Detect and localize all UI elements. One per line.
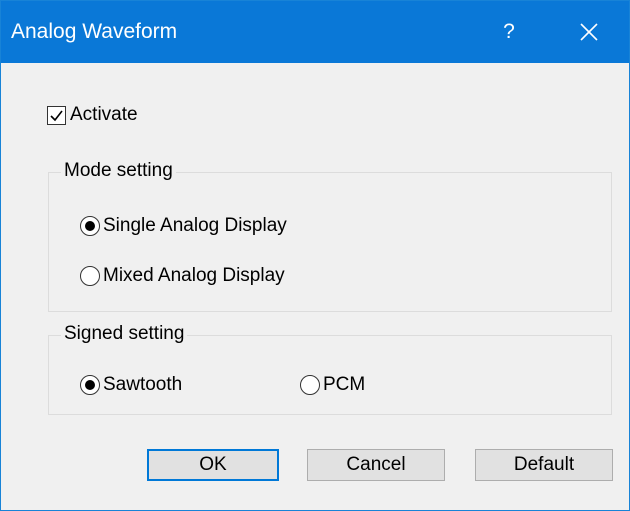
window-title: Analog Waveform bbox=[11, 20, 178, 43]
radio-label: Sawtooth bbox=[103, 374, 183, 395]
radio-single-analog-display[interactable]: Single Analog Display bbox=[80, 214, 287, 238]
radio-button[interactable] bbox=[80, 216, 100, 236]
activate-checkbox[interactable] bbox=[47, 105, 66, 125]
radio-pcm[interactable]: PCM bbox=[300, 373, 365, 397]
activate-checkbox-row[interactable]: Activate bbox=[47, 103, 138, 127]
checkmark-icon bbox=[50, 110, 63, 121]
mode-setting-group: Mode setting Single Analog Display Mixed… bbox=[48, 159, 612, 312]
cancel-button[interactable]: Cancel bbox=[307, 449, 445, 481]
mode-setting-title: Mode setting bbox=[61, 159, 176, 183]
activate-label: Activate bbox=[70, 104, 138, 125]
radio-label: PCM bbox=[323, 374, 366, 395]
signed-setting-group: Signed setting Sawtooth PCM bbox=[48, 322, 612, 415]
help-button[interactable]: ? bbox=[469, 1, 549, 63]
radio-label: Mixed Analog Display bbox=[103, 265, 285, 286]
radio-mixed-analog-display[interactable]: Mixed Analog Display bbox=[80, 264, 285, 288]
dialog-body: Activate Mode setting Single Analog Disp… bbox=[1, 63, 629, 510]
close-icon bbox=[580, 23, 598, 41]
close-button[interactable] bbox=[549, 1, 629, 63]
default-button[interactable]: Default bbox=[475, 449, 613, 481]
dialog-window: Analog Waveform ? Activate Mode setting bbox=[0, 0, 630, 511]
title-bar[interactable]: Analog Waveform ? bbox=[1, 1, 629, 63]
radio-button[interactable] bbox=[80, 375, 100, 395]
radio-sawtooth[interactable]: Sawtooth bbox=[80, 373, 182, 397]
radio-label: Single Analog Display bbox=[103, 215, 287, 236]
radio-button[interactable] bbox=[80, 266, 100, 286]
help-icon: ? bbox=[503, 20, 515, 43]
ok-button[interactable]: OK bbox=[147, 449, 279, 481]
radio-button[interactable] bbox=[300, 375, 320, 395]
signed-setting-title: Signed setting bbox=[61, 322, 188, 346]
